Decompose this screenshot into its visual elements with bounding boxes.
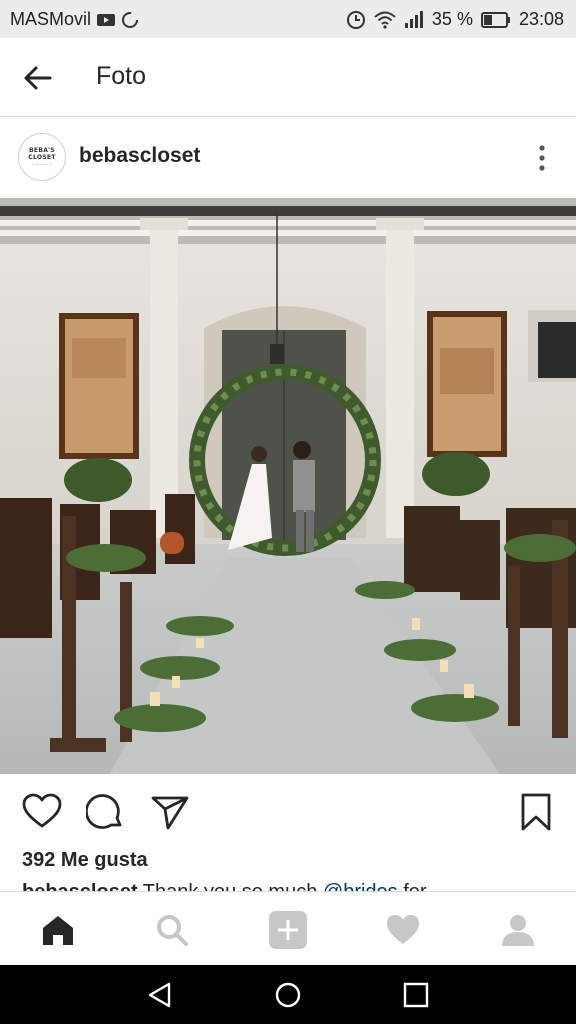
likes-count[interactable]: 392 Me gusta — [22, 849, 148, 872]
status-bar: MASMovil 35 % 23:08 — [0, 0, 576, 38]
signal-icon — [404, 10, 423, 28]
heart-icon — [387, 915, 419, 944]
status-left: MASMovil — [10, 9, 139, 30]
nav-home[interactable] — [38, 910, 78, 950]
video-notification-icon — [97, 13, 116, 26]
avatar-logo-line-1: BEBA'S — [29, 146, 55, 154]
bookmark-icon[interactable] — [516, 792, 556, 832]
nav-search[interactable] — [152, 910, 192, 950]
add-post-icon — [269, 911, 307, 949]
back-triangle-icon[interactable] — [146, 981, 174, 1009]
comment-icon[interactable] — [86, 792, 126, 832]
avatar-logo-line-2: CLOSET — [28, 153, 56, 161]
caption-text: Thank you so much — [138, 881, 323, 891]
post-photo[interactable] — [0, 198, 576, 774]
battery-percent: 35 % — [431, 9, 473, 29]
home-circle-icon[interactable] — [274, 981, 302, 1009]
carrier-name: MASMovil — [10, 9, 92, 29]
sync-icon — [122, 11, 139, 28]
recents-square-icon[interactable] — [402, 981, 430, 1009]
alarm-icon — [346, 10, 365, 29]
nav-profile[interactable] — [498, 910, 538, 950]
home-icon — [43, 916, 73, 945]
avatar-logo-line-3: ·· ······· ·· — [31, 161, 53, 167]
arrow-left-icon[interactable] — [22, 62, 54, 94]
system-navigation-bar — [0, 965, 576, 1024]
search-icon — [157, 915, 188, 946]
caption-tail: for — [398, 881, 426, 891]
avatar[interactable]: BEBA'S CLOSET ·· ······· ·· — [18, 133, 66, 181]
app-bar: Foto — [0, 38, 576, 117]
wifi-icon — [374, 11, 396, 29]
post-username[interactable]: bebascloset — [79, 144, 200, 168]
caption-mention[interactable]: @brides — [323, 881, 398, 891]
post-actions — [0, 786, 576, 838]
profile-icon — [502, 915, 534, 946]
page-title: Foto — [96, 62, 147, 90]
send-icon[interactable] — [150, 792, 190, 832]
more-vertical-icon[interactable] — [538, 144, 546, 172]
bottom-nav — [0, 891, 576, 966]
caption-username[interactable]: bebascloset — [22, 881, 138, 891]
wedding-ceremony-photo — [0, 198, 576, 774]
heart-outline-icon[interactable] — [22, 792, 62, 832]
post-caption: bebascloset Thank you so much @brides fo… — [22, 881, 562, 891]
battery-icon — [480, 11, 510, 28]
clock-time: 23:08 — [518, 9, 564, 29]
post-header: BEBA'S CLOSET ·· ······· ·· bebascloset — [0, 117, 576, 197]
nav-activity[interactable] — [383, 910, 423, 950]
nav-add[interactable] — [268, 910, 308, 950]
status-right: 35 % 23:08 — [346, 9, 564, 30]
